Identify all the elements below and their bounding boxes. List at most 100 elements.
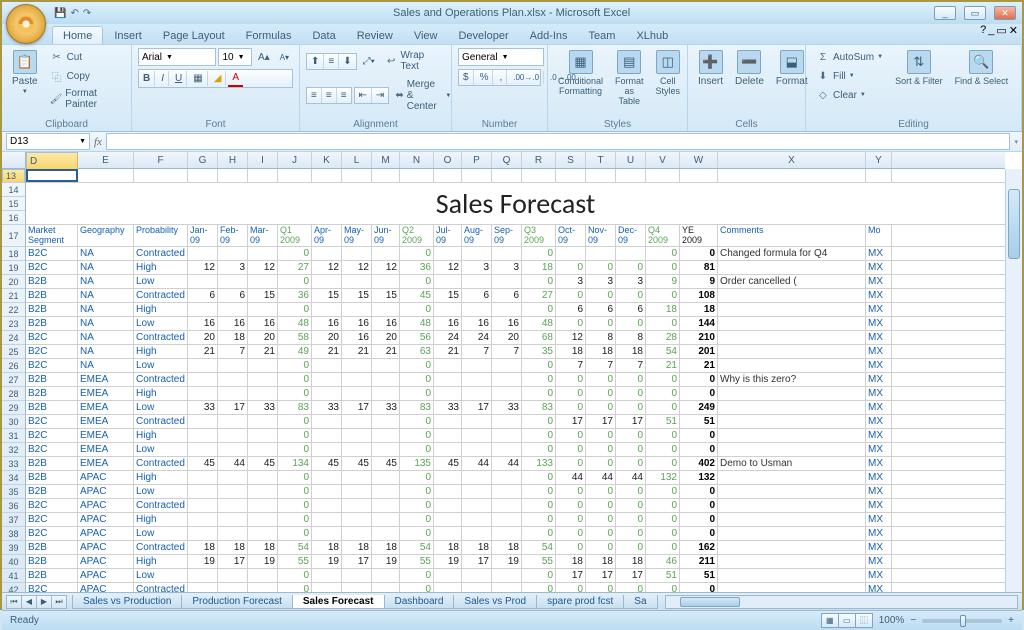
cell[interactable]: Low bbox=[134, 527, 188, 540]
cell[interactable]: 0 bbox=[586, 261, 616, 274]
cell[interactable]: 0 bbox=[278, 485, 312, 498]
cell[interactable]: 0 bbox=[586, 499, 616, 512]
cell[interactable]: 45 bbox=[188, 457, 218, 470]
cell[interactable]: 36 bbox=[278, 289, 312, 302]
cell[interactable]: 0 bbox=[616, 513, 646, 526]
row-header[interactable]: 16 bbox=[2, 211, 25, 225]
row-header[interactable]: 31 bbox=[2, 429, 25, 443]
cell[interactable] bbox=[434, 373, 462, 386]
cell[interactable]: 0 bbox=[278, 415, 312, 428]
cell[interactable]: High bbox=[134, 387, 188, 400]
cell[interactable] bbox=[218, 247, 248, 260]
cell[interactable]: MX bbox=[866, 359, 892, 372]
cell[interactable] bbox=[188, 443, 218, 456]
cell[interactable]: 16 bbox=[248, 317, 278, 330]
cell[interactable] bbox=[492, 169, 522, 182]
cell[interactable] bbox=[342, 569, 372, 582]
cell[interactable]: 0 bbox=[556, 485, 586, 498]
cell[interactable]: 16 bbox=[372, 317, 400, 330]
cell[interactable]: 24 bbox=[462, 331, 492, 344]
cell[interactable]: B2B bbox=[26, 457, 78, 470]
cell[interactable]: MX bbox=[866, 513, 892, 526]
cell[interactable]: 17 bbox=[462, 555, 492, 568]
cell[interactable] bbox=[188, 415, 218, 428]
column-header-cell[interactable]: Jun-09 bbox=[372, 225, 400, 246]
cell[interactable]: B2C bbox=[26, 527, 78, 540]
cell[interactable]: APAC bbox=[78, 555, 134, 568]
cell[interactable] bbox=[248, 247, 278, 260]
cell[interactable]: 0 bbox=[278, 471, 312, 484]
column-header-cell[interactable]: Nov-09 bbox=[586, 225, 616, 246]
cell[interactable] bbox=[434, 485, 462, 498]
cell[interactable]: 55 bbox=[278, 555, 312, 568]
cell[interactable]: Contracted bbox=[134, 373, 188, 386]
cell[interactable] bbox=[616, 169, 646, 182]
cell[interactable]: 19 bbox=[248, 555, 278, 568]
cell[interactable]: MX bbox=[866, 289, 892, 302]
cell[interactable] bbox=[372, 429, 400, 442]
expand-formula-bar-button[interactable]: ▾ bbox=[1014, 138, 1018, 146]
cell[interactable] bbox=[248, 513, 278, 526]
cell[interactable]: 249 bbox=[680, 401, 718, 414]
row-header[interactable]: 13 bbox=[2, 169, 25, 183]
cell[interactable]: MX bbox=[866, 485, 892, 498]
row-header[interactable]: 17 bbox=[2, 225, 25, 247]
cell[interactable] bbox=[462, 569, 492, 582]
cell[interactable]: EMEA bbox=[78, 373, 134, 386]
row-header[interactable]: 19 bbox=[2, 261, 25, 275]
column-header-cell[interactable]: Geography bbox=[78, 225, 134, 246]
cell[interactable] bbox=[462, 429, 492, 442]
cell[interactable] bbox=[312, 513, 342, 526]
cell[interactable]: 0 bbox=[556, 429, 586, 442]
cell[interactable]: 16 bbox=[218, 317, 248, 330]
cell[interactable] bbox=[492, 303, 522, 316]
cell[interactable]: MX bbox=[866, 345, 892, 358]
row-header[interactable]: 38 bbox=[2, 527, 25, 541]
cell[interactable] bbox=[718, 359, 866, 372]
cell[interactable]: Low bbox=[134, 443, 188, 456]
italic-button[interactable]: I bbox=[157, 71, 169, 86]
first-sheet-button[interactable]: ⏮ bbox=[6, 595, 22, 609]
cell[interactable] bbox=[586, 169, 616, 182]
cell[interactable]: 0 bbox=[680, 429, 718, 442]
sheet-tab[interactable]: spare prod fcst bbox=[536, 595, 624, 609]
cell[interactable] bbox=[312, 303, 342, 316]
cell[interactable] bbox=[218, 443, 248, 456]
increase-indent-button[interactable]: ⇥ bbox=[372, 88, 388, 103]
clear-button[interactable]: ◇Clear▼ bbox=[812, 86, 887, 104]
cell[interactable]: 9 bbox=[646, 275, 680, 288]
cell[interactable]: 0 bbox=[680, 373, 718, 386]
cell[interactable]: 0 bbox=[522, 359, 556, 372]
row-header[interactable]: 29 bbox=[2, 401, 25, 415]
column-header-cell[interactable]: Comments bbox=[718, 225, 866, 246]
cell[interactable]: NA bbox=[78, 359, 134, 372]
cell[interactable]: 18 bbox=[522, 261, 556, 274]
delete-cells-button[interactable]: ➖Delete bbox=[731, 48, 768, 117]
normal-view-button[interactable]: ▦ bbox=[821, 613, 839, 628]
row-header[interactable]: 39 bbox=[2, 541, 25, 555]
cell[interactable]: 0 bbox=[400, 485, 434, 498]
cell[interactable]: 0 bbox=[278, 527, 312, 540]
cell[interactable]: Contracted bbox=[134, 247, 188, 260]
cell[interactable] bbox=[248, 499, 278, 512]
cell[interactable]: 211 bbox=[680, 555, 718, 568]
column-header[interactable]: Y bbox=[866, 152, 892, 168]
cell[interactable]: B2B bbox=[26, 541, 78, 554]
cell[interactable]: 54 bbox=[646, 345, 680, 358]
cell[interactable] bbox=[312, 583, 342, 592]
cell[interactable] bbox=[434, 583, 462, 592]
cell[interactable]: 0 bbox=[616, 401, 646, 414]
cell[interactable]: 15 bbox=[248, 289, 278, 302]
cell[interactable]: 17 bbox=[586, 569, 616, 582]
cell[interactable]: 0 bbox=[646, 387, 680, 400]
cell[interactable] bbox=[646, 169, 680, 182]
cell[interactable] bbox=[218, 275, 248, 288]
cell[interactable]: 0 bbox=[616, 583, 646, 592]
cell[interactable] bbox=[312, 359, 342, 372]
cell[interactable] bbox=[718, 331, 866, 344]
align-right-button[interactable]: ≡ bbox=[337, 88, 351, 103]
cell[interactable]: 3 bbox=[462, 261, 492, 274]
cell[interactable] bbox=[462, 499, 492, 512]
cell[interactable]: B2B bbox=[26, 485, 78, 498]
cell[interactable]: 0 bbox=[556, 499, 586, 512]
